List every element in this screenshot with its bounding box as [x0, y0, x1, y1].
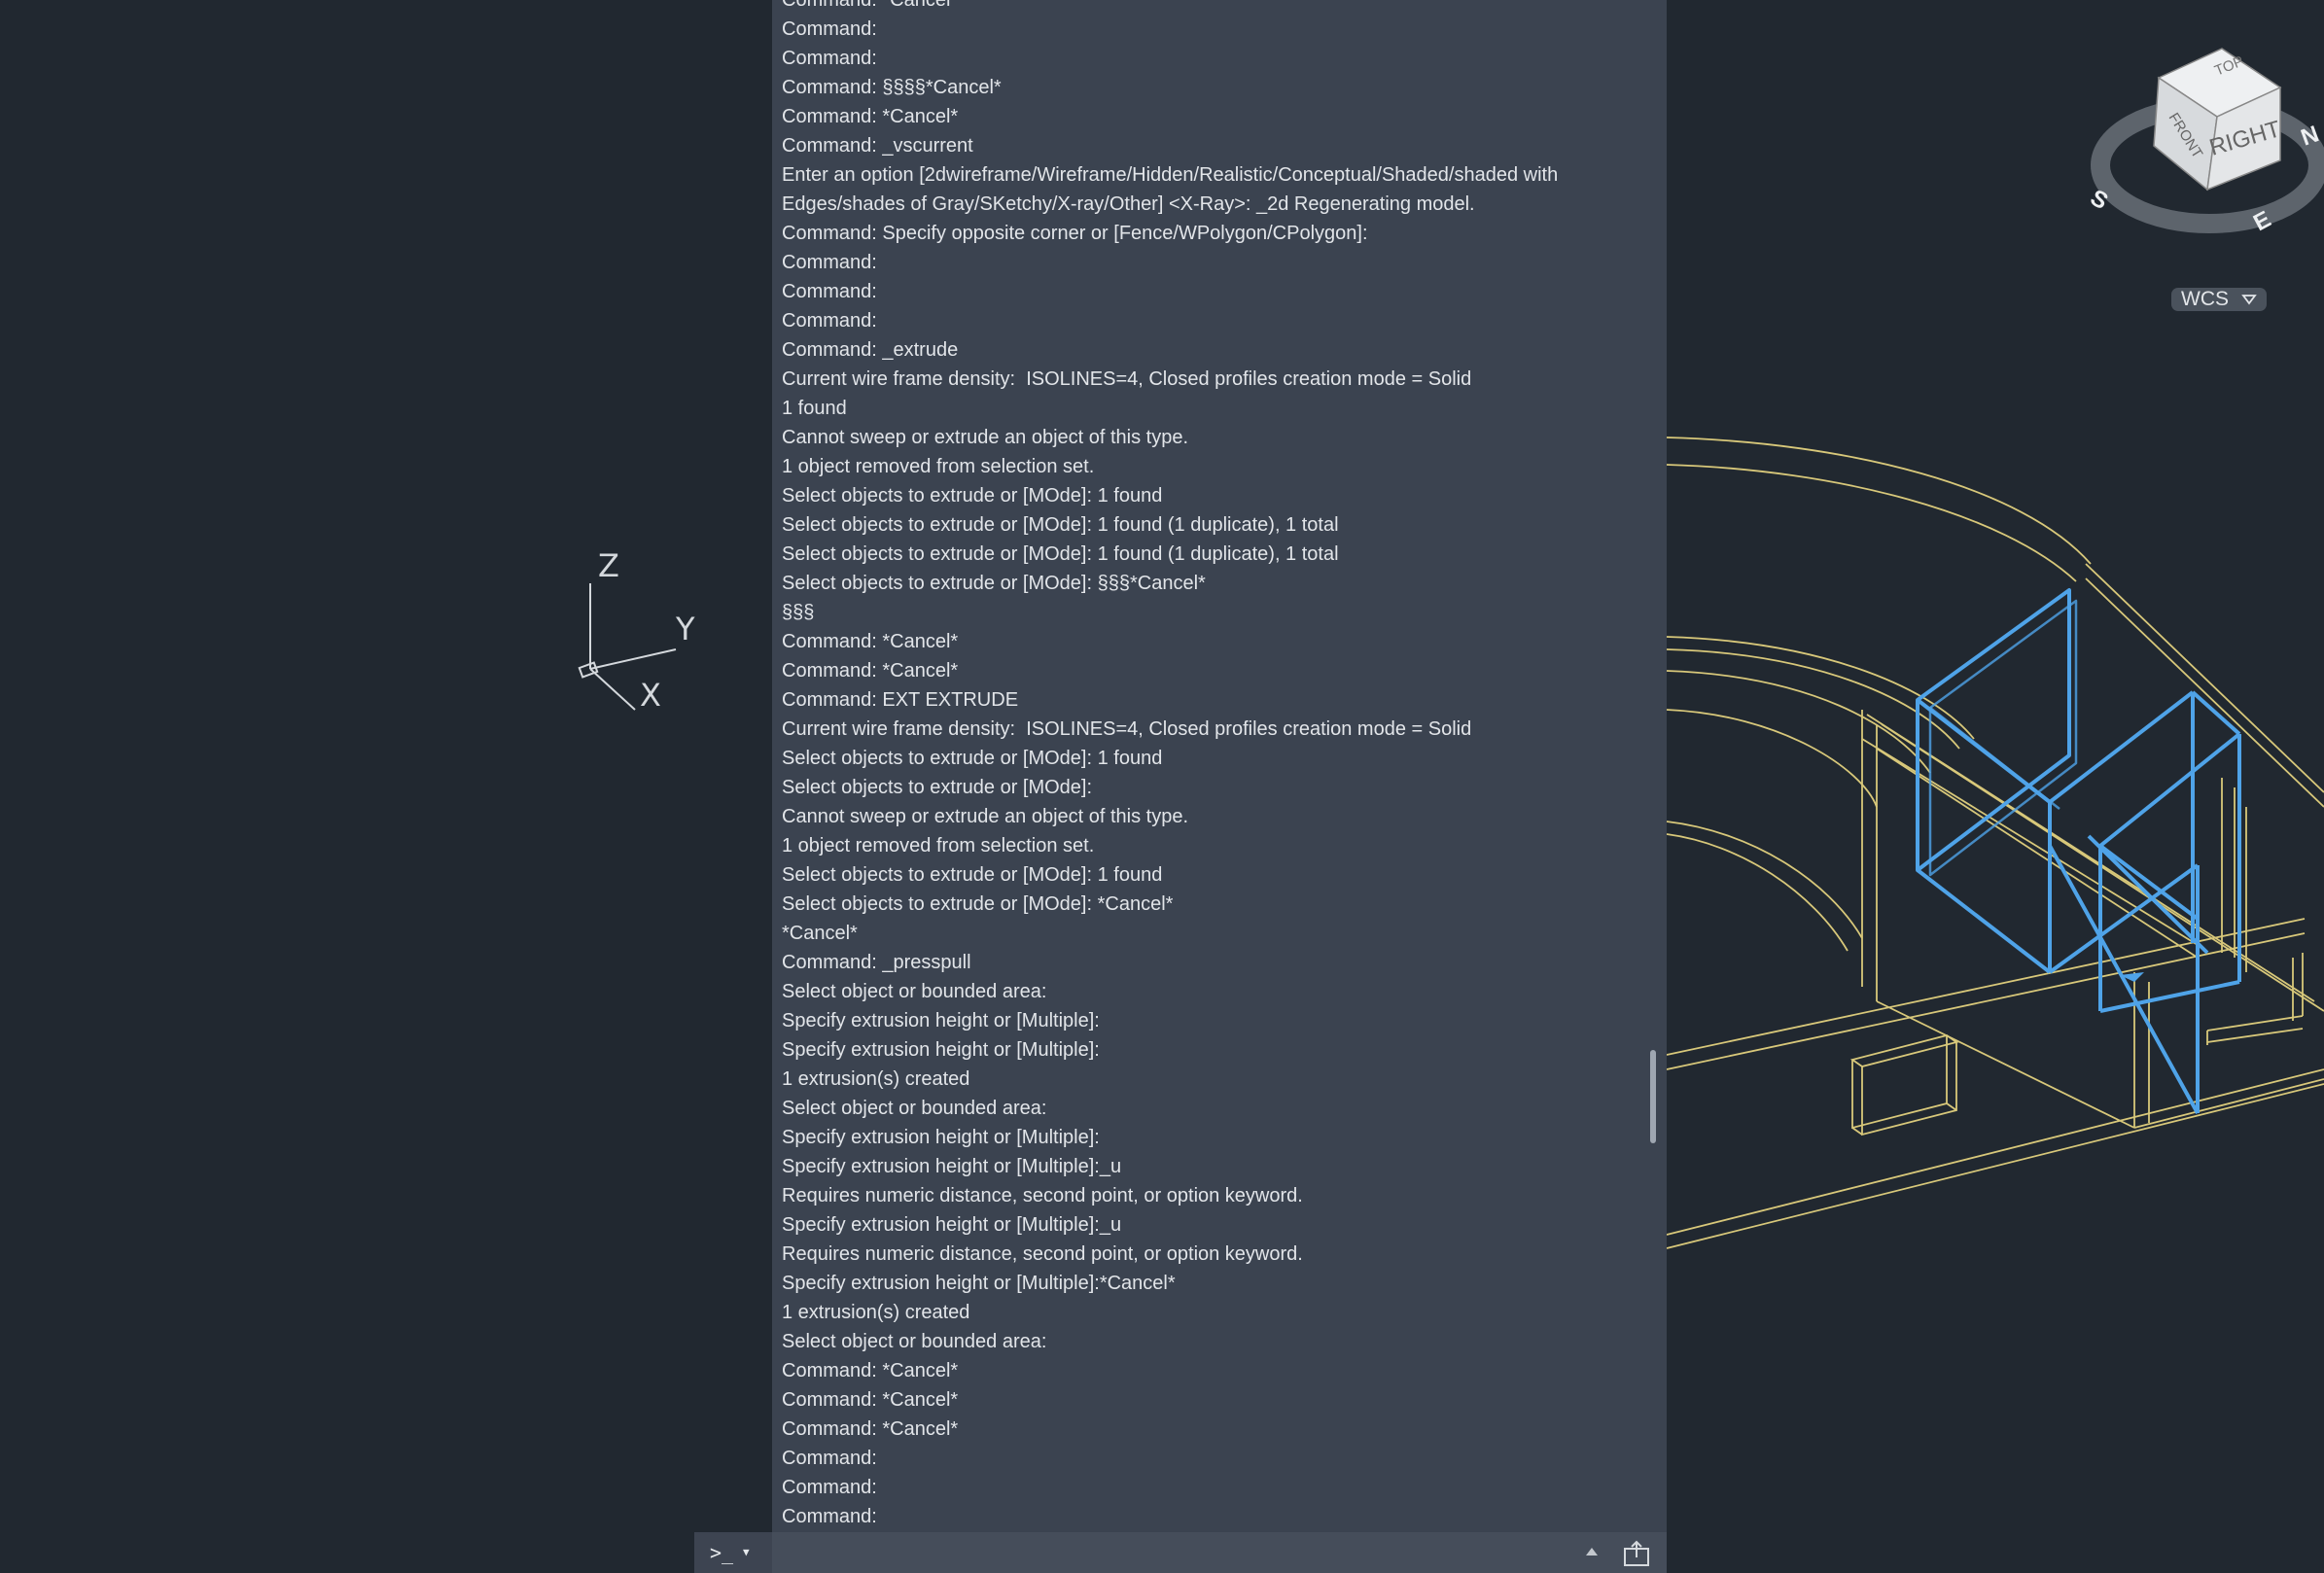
history-line: Select objects to extrude or [MOde]: 1 f… — [782, 543, 1339, 565]
history-line: *Cancel* — [782, 923, 858, 944]
history-line: Command: — [782, 1506, 877, 1527]
history-line: Command: — [782, 310, 877, 332]
ucs-icon — [578, 583, 677, 711]
history-line: Command: Specify opposite corner or [Fen… — [782, 223, 1368, 244]
history-line: Specify extrusion height or [Multiple]: — [782, 1039, 1100, 1061]
history-line: Command: *Cancel* — [782, 631, 959, 652]
history-line: Select objects to extrude or [MOde]: 1 f… — [782, 485, 1163, 507]
ucs-z-label: Z — [598, 547, 619, 584]
history-line: Specify extrusion height or [Multiple]:_… — [782, 1156, 1122, 1177]
history-line: Command: *Cancel* — [782, 660, 959, 682]
command-history-text: Command: *Cancel* Command: Command: Command… — [782, 0, 1647, 1531]
wcs-menu-button[interactable]: WCS — [2171, 288, 2267, 311]
history-line: Cannot sweep or extrude an object of thi… — [782, 427, 1189, 448]
history-line: Select objects to extrude or [MOde]: 1 f… — [782, 514, 1339, 536]
history-line: Command: — [782, 48, 877, 69]
history-line: 1 object removed from selection set. — [782, 456, 1095, 477]
history-line: Select objects to extrude or [MOde]: §§§… — [782, 573, 1206, 594]
history-line: Cannot sweep or extrude an object of thi… — [782, 806, 1189, 827]
history-line: Specify extrusion height or [Multiple]: — [782, 1127, 1100, 1148]
history-line: Requires numeric distance, second point,… — [782, 1185, 1303, 1206]
expand-history-icon[interactable] — [1585, 1546, 1599, 1557]
history-line: Specify extrusion height or [Multiple]: — [782, 1010, 1100, 1031]
history-line: Select objects to extrude or [MOde]: — [782, 777, 1093, 798]
history-line: Command: *Cancel* — [782, 1389, 959, 1411]
command-line-bar: >_ ▼ — [694, 1532, 1667, 1573]
history-line: Command: _extrude — [782, 339, 959, 361]
history-line: 1 found — [782, 398, 847, 419]
history-line: Specify extrusion height or [Multiple]:_… — [782, 1214, 1122, 1236]
history-line: Command: §§§§*Cancel* — [782, 77, 1002, 98]
ucs-y-label: Y — [676, 611, 695, 647]
history-line: §§§ — [782, 602, 815, 623]
history-line: Edges/shades of Gray/SKetchy/X-ray/Other… — [782, 193, 1475, 215]
command-prompt-icon: >_ — [710, 1541, 734, 1564]
history-line: Requires numeric distance, second point,… — [782, 1243, 1303, 1265]
history-line: Current wire frame density: ISOLINES=4, … — [782, 368, 1472, 390]
history-line: Current wire frame density: ISOLINES=4, … — [782, 718, 1472, 740]
history-line: 1 object removed from selection set. — [782, 835, 1095, 856]
history-line: Command: — [782, 1477, 877, 1498]
history-line: Select objects to extrude or [MOde]: *Ca… — [782, 893, 1174, 915]
history-line: Specify extrusion height or [Multiple]:*… — [782, 1273, 1176, 1294]
history-scrollbar[interactable] — [1650, 1050, 1656, 1143]
history-line: Command: _vscurrent — [782, 135, 973, 157]
viewcube[interactable]: TOP FRONT RIGHT S E N — [2086, 39, 2324, 243]
history-line: 1 extrusion(s) created — [782, 1302, 970, 1323]
history-line: Command: *Cancel* — [782, 1360, 959, 1381]
command-history-panel[interactable]: Command: *Cancel* Command: Command: Command… — [772, 0, 1667, 1532]
chevron-down-icon: ▼ — [743, 1546, 750, 1558]
history-line: Select object or bounded area: — [782, 1098, 1047, 1119]
history-line: Select objects to extrude or [MOde]: 1 f… — [782, 748, 1163, 769]
chevron-down-icon — [2241, 295, 2257, 305]
history-line: Command: _presspull — [782, 952, 971, 973]
history-line: Enter an option [2dwireframe/Wireframe/H… — [782, 164, 1559, 186]
wireframe-geometry — [1666, 437, 2324, 1249]
history-line: Command: EXT EXTRUDE — [782, 689, 1019, 711]
history-line: Command: — [782, 1448, 877, 1469]
history-line: Select object or bounded area: — [782, 981, 1047, 1002]
history-line: Command: *Cancel* — [782, 1418, 959, 1440]
command-input[interactable] — [776, 1537, 1519, 1570]
history-line: Command: *Cancel* — [782, 106, 959, 127]
history-line: Command: — [782, 252, 877, 273]
history-line: Command: *Cancel* — [782, 0, 959, 11]
history-line: Command: — [782, 18, 877, 40]
history-line: Command: — [782, 281, 877, 302]
wcs-label: WCS — [2181, 288, 2229, 310]
history-line: Select object or bounded area: — [782, 1331, 1047, 1352]
history-line: Select objects to extrude or [MOde]: 1 f… — [782, 864, 1163, 886]
share-icon[interactable] — [1622, 1540, 1651, 1567]
history-line: 1 extrusion(s) created — [782, 1068, 970, 1090]
command-prompt-button[interactable]: >_ ▼ — [694, 1532, 772, 1573]
ucs-x-label: X — [640, 677, 661, 714]
